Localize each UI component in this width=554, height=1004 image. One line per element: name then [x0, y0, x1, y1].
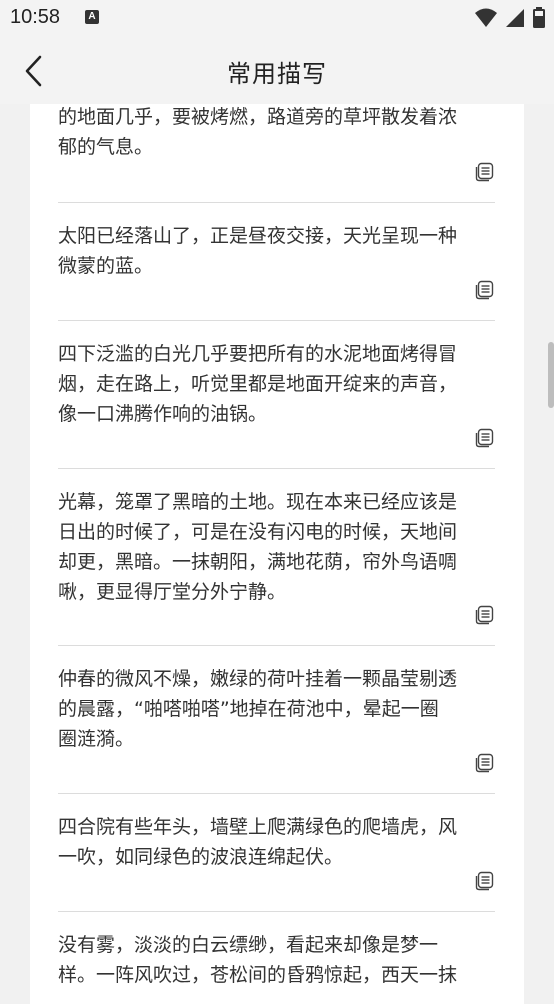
item-text: 光幕，笼罩了黑暗的土地。现在本来已经应该是 日出的时候了，可是在没有闪电的时候，…: [58, 491, 458, 603]
list-item: 四下泛滥的白光几乎要把所有的水泥地面烤得冒 烟，走在路上，听觉里都是地面开绽来的…: [58, 320, 495, 469]
item-text: 的地面几乎，要被烤燃，路道旁的草坪散发着浓 郁的气息。: [58, 106, 458, 158]
app-header: 常用描写: [0, 38, 554, 104]
list-item: 太阳已经落山了，正是昼夜交接，天光呈现一种 微蒙的蓝。: [58, 202, 495, 321]
copy-icon[interactable]: [475, 871, 495, 891]
battery-icon: [533, 7, 545, 28]
copy-icon[interactable]: [475, 428, 495, 448]
description-list: 的地面几乎，要被烤燃，路道旁的草坪散发着浓 郁的气息。 太阳已经落山了，正是昼夜…: [30, 104, 524, 1004]
notification-icon: A: [85, 10, 99, 24]
item-text: 四合院有些年头，墙壁上爬满绿色的爬墙虎，风 一吹，如同绿色的波浪连绵起伏。: [58, 816, 458, 868]
item-text: 没有雾，淡淡的白云缥缈，看起来却像是梦一 样。一阵风吹过，苍松间的昏鸦惊起，西天…: [58, 934, 458, 986]
copy-icon[interactable]: [475, 280, 495, 300]
list-item: 光幕，笼罩了黑暗的土地。现在本来已经应该是 日出的时候了，可是在没有闪电的时候，…: [58, 468, 495, 646]
item-text: 太阳已经落山了，正是昼夜交接，天光呈现一种 微蒙的蓝。: [58, 225, 458, 277]
list-item: 四合院有些年头，墙壁上爬满绿色的爬墙虎，风 一吹，如同绿色的波浪连绵起伏。: [58, 793, 495, 912]
list-item: 没有雾，淡淡的白云缥缈，看起来却像是梦一 样。一阵风吹过，苍松间的昏鸦惊起，西天…: [58, 911, 495, 1004]
list-item: 的地面几乎，要被烤燃，路道旁的草坪散发着浓 郁的气息。: [58, 104, 495, 203]
item-text: 仲春的微风不燥，嫩绿的荷叶挂着一颗晶莹剔透 的晨露，“啪嗒啪嗒”地掉在荷池中，晕…: [58, 668, 458, 750]
wifi-icon: [474, 8, 497, 27]
item-text: 四下泛滥的白光几乎要把所有的水泥地面烤得冒 烟，走在路上，听觉里都是地面开绽来的…: [58, 343, 458, 425]
copy-icon[interactable]: [475, 162, 495, 182]
page-title: 常用描写: [227, 60, 327, 88]
copy-icon[interactable]: [475, 605, 495, 625]
copy-icon[interactable]: [475, 753, 495, 773]
status-bar: 10:58 A: [0, 0, 554, 38]
status-time: 10:58: [10, 6, 61, 28]
status-icons: [472, 7, 546, 29]
list-item: 仲春的微风不燥，嫩绿的荷叶挂着一颗晶莹剔透 的晨露，“啪嗒啪嗒”地掉在荷池中，晕…: [58, 645, 495, 794]
signal-icon: [505, 9, 524, 27]
scrollbar[interactable]: [548, 342, 554, 408]
